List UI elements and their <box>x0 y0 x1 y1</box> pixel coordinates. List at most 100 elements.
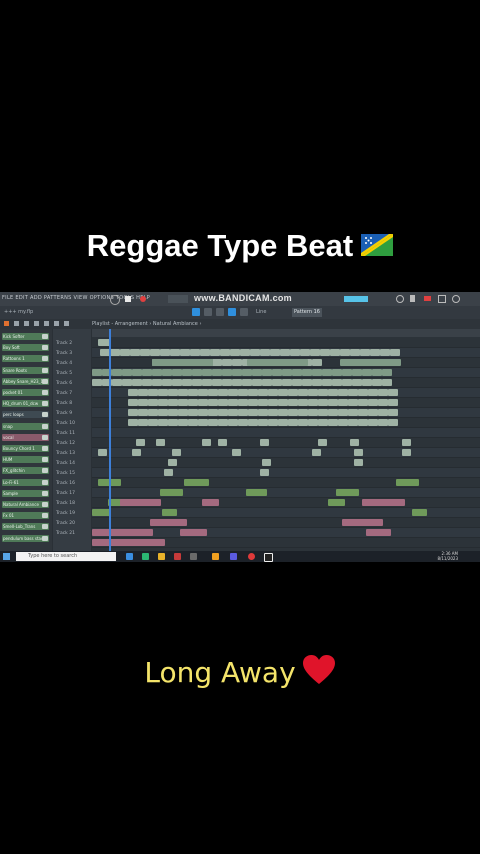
pattern-clip[interactable] <box>228 389 238 396</box>
pattern-clip[interactable] <box>172 379 182 386</box>
channel-led-icon[interactable] <box>42 367 48 373</box>
pattern-clip[interactable] <box>282 379 292 386</box>
pattern-clip[interactable] <box>262 379 272 386</box>
pattern-clip[interactable] <box>258 389 268 396</box>
pattern-clip[interactable] <box>158 389 168 396</box>
track-label[interactable]: Track 2 <box>56 341 72 346</box>
pattern-clip[interactable] <box>162 369 172 376</box>
pattern-clip[interactable] <box>340 349 350 356</box>
pattern-clip[interactable] <box>248 419 258 426</box>
pattern-clip[interactable] <box>242 369 252 376</box>
track-label[interactable]: Track 7 <box>56 391 72 396</box>
pattern-clip[interactable] <box>348 399 358 406</box>
pattern-clip[interactable] <box>288 389 298 396</box>
pattern-clip[interactable] <box>172 449 181 456</box>
pattern-clip[interactable] <box>248 389 258 396</box>
pattern-clip[interactable] <box>362 369 372 376</box>
channel-led-icon[interactable] <box>42 479 48 485</box>
pattern-clip[interactable] <box>328 409 338 416</box>
pattern-clip[interactable] <box>350 349 360 356</box>
pattern-clip[interactable] <box>388 419 398 426</box>
pattern-clip[interactable] <box>352 369 362 376</box>
bandicam-icon[interactable] <box>248 553 255 560</box>
pattern-clip[interactable] <box>246 489 267 496</box>
pattern-clip[interactable] <box>312 379 322 386</box>
pattern-clip[interactable] <box>362 499 405 506</box>
pattern-clip[interactable] <box>178 389 188 396</box>
pattern-clip[interactable] <box>142 369 152 376</box>
pattern-clip[interactable] <box>188 419 198 426</box>
toolbar-button[interactable] <box>240 308 248 316</box>
channel-button[interactable]: Lo-Fi-61 <box>2 478 49 486</box>
pattern-clip[interactable] <box>348 409 358 416</box>
pattern-clip[interactable] <box>262 369 272 376</box>
pattern-clip[interactable] <box>358 389 368 396</box>
record-icon[interactable] <box>110 295 120 305</box>
pattern-clip[interactable] <box>128 409 138 416</box>
pattern-clip[interactable] <box>148 419 158 426</box>
pattern-clip[interactable] <box>358 409 368 416</box>
pattern-clip[interactable] <box>318 399 328 406</box>
track-label[interactable]: Track 11 <box>56 431 75 436</box>
pattern-clip[interactable] <box>158 399 168 406</box>
track-label[interactable]: Track 17 <box>56 491 75 496</box>
pattern-clip[interactable] <box>298 389 308 396</box>
channel-led-icon[interactable] <box>42 412 48 418</box>
pattern-clip[interactable] <box>268 419 278 426</box>
channel-led-icon[interactable] <box>42 468 48 474</box>
pattern-clip[interactable] <box>132 449 141 456</box>
track-label[interactable]: Track 15 <box>56 471 75 476</box>
pattern-clip[interactable] <box>268 409 278 416</box>
pattern-clip[interactable] <box>112 369 122 376</box>
track-label[interactable]: Track 21 <box>56 531 75 536</box>
playlist-row[interactable] <box>92 468 480 478</box>
playlist-row[interactable] <box>92 448 480 458</box>
pattern-clip[interactable] <box>338 399 348 406</box>
pattern-clip[interactable] <box>198 399 208 406</box>
toolbar-button[interactable] <box>192 308 200 316</box>
pattern-clip[interactable] <box>280 349 290 356</box>
pattern-clip[interactable] <box>184 479 209 486</box>
track-label[interactable]: Track 8 <box>56 401 72 406</box>
track-label[interactable]: Track 12 <box>56 441 75 446</box>
channel-button[interactable]: snap <box>2 422 49 430</box>
track-label[interactable]: Track 3 <box>56 351 72 356</box>
pattern-clip[interactable] <box>122 369 132 376</box>
channel-button[interactable]: Smell-Lob_Trans <box>2 523 49 531</box>
pattern-clip[interactable] <box>298 409 308 416</box>
pattern-clip[interactable] <box>130 349 140 356</box>
pattern-clip[interactable] <box>228 409 238 416</box>
pattern-clip[interactable] <box>278 409 288 416</box>
channel-led-icon[interactable] <box>42 401 48 407</box>
pattern-clip[interactable] <box>218 389 228 396</box>
pattern-clip[interactable] <box>202 499 219 506</box>
pattern-clip[interactable] <box>208 399 218 406</box>
pattern-clip[interactable] <box>332 369 342 376</box>
app-icon[interactable] <box>174 553 181 560</box>
pattern-clip[interactable] <box>396 479 419 486</box>
pattern-clip[interactable] <box>218 439 227 446</box>
pattern-clip[interactable] <box>258 419 268 426</box>
pattern-clip[interactable] <box>250 349 260 356</box>
pattern-clip[interactable] <box>188 409 198 416</box>
channel-button[interactable]: Rattoons 1 <box>2 355 49 363</box>
rec-button-icon[interactable] <box>140 296 146 302</box>
pattern-clip[interactable] <box>232 379 242 386</box>
pattern-clip[interactable] <box>260 439 269 446</box>
pattern-clip[interactable] <box>238 419 248 426</box>
pattern-clip[interactable] <box>288 399 298 406</box>
pattern-clip[interactable] <box>110 349 120 356</box>
pattern-clip[interactable] <box>260 349 270 356</box>
pattern-clip[interactable] <box>370 349 380 356</box>
pattern-clip[interactable] <box>148 409 158 416</box>
track-label[interactable]: Track 9 <box>56 411 72 416</box>
app-icon[interactable] <box>190 553 197 560</box>
pattern-clip[interactable] <box>342 519 383 526</box>
channel-led-icon[interactable] <box>42 457 48 463</box>
pattern-clip[interactable] <box>322 379 332 386</box>
pattern-clip[interactable] <box>178 409 188 416</box>
pattern-clip[interactable] <box>248 409 258 416</box>
pattern-clip[interactable] <box>182 379 192 386</box>
pattern-clip[interactable] <box>268 389 278 396</box>
pattern-clip[interactable] <box>150 349 160 356</box>
